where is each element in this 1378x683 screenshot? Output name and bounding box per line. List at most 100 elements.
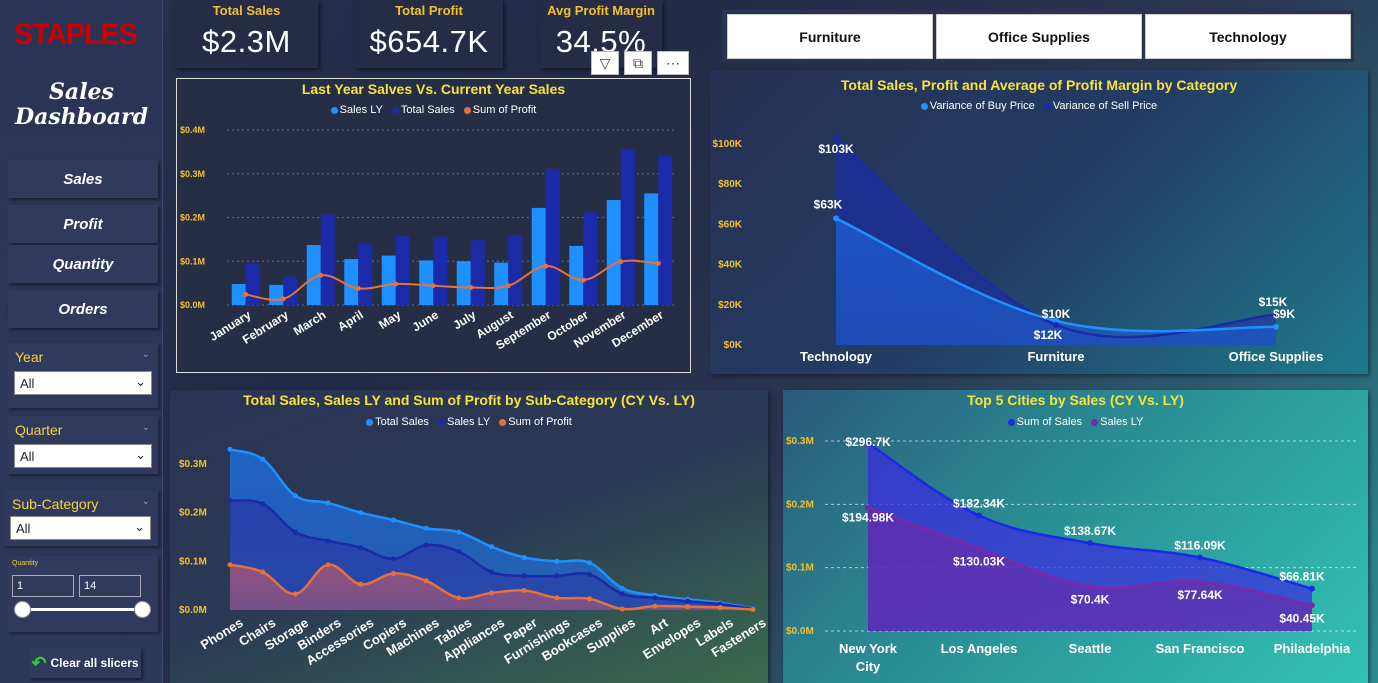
- total-sales-point: [456, 529, 462, 535]
- category-variance-chart: Total Sales, Profit and Average of Profi…: [710, 70, 1368, 374]
- bar-sales-ly: [494, 262, 509, 305]
- profit-point: [489, 590, 494, 596]
- top-cities-chart: Top 5 Cities by Sales (CY Vs. LY) Sum of…: [783, 390, 1368, 683]
- sales-label: $182.34K: [953, 497, 1005, 511]
- x-tick-label: May: [376, 307, 403, 331]
- chevron-down-icon[interactable]: ⌄: [142, 496, 150, 507]
- category-technology-button[interactable]: Technology: [1145, 14, 1351, 59]
- total-sales-point: [227, 446, 233, 452]
- bar-sales-ly: [419, 260, 434, 305]
- profit-point: [227, 562, 233, 568]
- quantity-slicer-label: Quantity: [12, 560, 39, 567]
- dashboard-title-line2: Dashboard: [15, 104, 148, 130]
- monthly-sales-chart: Last Year Salves Vs. Current Year Sales …: [176, 78, 691, 373]
- bar-sales-ly: [606, 200, 621, 305]
- category-furniture-button[interactable]: Furniture: [727, 14, 933, 59]
- y-tick-label: $0.1M: [179, 556, 207, 567]
- y-tick-label: $0.0M: [786, 626, 814, 637]
- quantity-min-input[interactable]: 1: [12, 575, 74, 597]
- x-tick-label: Furniture: [1027, 349, 1084, 364]
- sales-ly-point: [1197, 578, 1203, 585]
- more-options-icon[interactable]: ⋯: [657, 51, 689, 75]
- profit-point: [430, 283, 436, 289]
- quantity-max-input[interactable]: 14: [79, 575, 141, 597]
- kpi-label: Avg Profit Margin: [547, 3, 655, 18]
- bar-sales-ly: [269, 284, 284, 305]
- kpi-label: Total Profit: [395, 3, 463, 18]
- bar-total-sales: [508, 235, 523, 305]
- quantity-slider-min-handle[interactable]: [14, 601, 31, 618]
- quarter-slicer-label: Quarter: [15, 422, 63, 438]
- nav-orders-button[interactable]: Orders: [8, 290, 158, 328]
- subcategory-select[interactable]: All ⌄: [10, 516, 151, 540]
- staples-logo: STAPLES: [14, 18, 138, 51]
- total-sales-point: [521, 554, 527, 560]
- total-sales-point: [260, 456, 266, 462]
- profit-point: [292, 591, 298, 597]
- sales-point: [1309, 585, 1315, 592]
- profit-point: [587, 596, 593, 602]
- quarter-slicer: Quarter ⌄ All ⌄: [8, 416, 158, 474]
- sales-ly-point: [423, 542, 429, 548]
- profit-point: [554, 595, 560, 601]
- sales-point: [976, 512, 982, 519]
- bar-total-sales: [395, 235, 410, 305]
- x-tick-label: New York: [839, 641, 898, 656]
- chevron-down-icon[interactable]: ⌄: [142, 349, 150, 360]
- sales-ly-point: [292, 529, 298, 535]
- kpi-total-sales: Total Sales $2.3M: [175, 0, 318, 68]
- x-tick-label: City: [856, 659, 881, 674]
- dashboard-title-line1: Sales: [49, 79, 114, 105]
- bar-total-sales: [320, 214, 335, 305]
- year-slicer: Year ⌄ All ⌄: [8, 343, 158, 408]
- chart-plot: $0.0M $0.1M $0.2M $0.3M $296.7K $182.34K $138.…: [786, 435, 1358, 674]
- nav-quantity-button[interactable]: Quantity: [8, 245, 158, 283]
- bar-total-sales: [358, 243, 373, 305]
- sales-ly-point: [587, 571, 593, 577]
- bar-total-sales: [583, 212, 598, 305]
- bar-total-sales: [283, 276, 298, 305]
- clear-slicers-button[interactable]: ↶ Clear all slicers: [29, 648, 141, 678]
- sales-ly-label: $77.64K: [1177, 588, 1223, 602]
- total-sales-point: [587, 560, 593, 566]
- y-tick-label: $0.2M: [786, 499, 814, 510]
- total-sales-point: [619, 585, 625, 591]
- sales-ly-point: [554, 573, 560, 579]
- subcategory-sales-chart: Total Sales, Sales LY and Sum of Profit …: [170, 390, 768, 683]
- kpi-value: $2.3M: [202, 24, 291, 59]
- dropdown-arrow-icon: ⌄: [134, 519, 145, 534]
- visual-header: ▽ ⧉ ⋯: [591, 51, 689, 75]
- chevron-down-icon[interactable]: ⌄: [142, 422, 150, 433]
- y-tick-label: $0.3M: [180, 169, 205, 179]
- bar-total-sales: [245, 263, 260, 305]
- bar-sales-ly: [531, 207, 546, 305]
- year-slicer-label: Year: [15, 349, 44, 365]
- total-sales-point: [423, 525, 429, 531]
- quarter-select[interactable]: All ⌄: [14, 444, 152, 468]
- profit-point: [619, 606, 625, 612]
- filter-icon[interactable]: ▽: [591, 51, 619, 75]
- sales-ly-point: [685, 598, 691, 604]
- chart-plot: $0.0M$0.1M$0.2M$0.3MPhonesChairsStorageB…: [179, 446, 768, 668]
- chart-plot: $0K $20K $40K $60K $80K $100K $63K $12K $9K $103K…: [713, 134, 1323, 364]
- quantity-slider-max-handle[interactable]: [134, 601, 151, 618]
- buy-price-point: [833, 215, 839, 222]
- sales-ly-point: [976, 545, 982, 552]
- total-sales-point: [292, 493, 298, 499]
- nav-sales-button[interactable]: Sales: [8, 160, 158, 198]
- y-tick-label: $0.4M: [180, 125, 205, 135]
- subcategory-slicer: Sub-Category ⌄ All ⌄: [4, 490, 158, 546]
- nav-profit-button[interactable]: Profit: [8, 205, 158, 243]
- profit-point: [390, 571, 396, 576]
- year-select[interactable]: All ⌄: [14, 371, 152, 395]
- profit-point: [685, 604, 691, 610]
- profit-point: [468, 285, 474, 290]
- bar-sales-ly: [569, 245, 584, 305]
- total-sales-point: [489, 544, 494, 550]
- sales-label: $296.7K: [845, 435, 891, 449]
- sales-ly-label: $130.03K: [953, 555, 1005, 569]
- category-office-supplies-button[interactable]: Office Supplies: [936, 14, 1142, 59]
- dropdown-arrow-icon: ⌄: [135, 447, 146, 462]
- sell-price-label: $15K: [1259, 295, 1288, 309]
- focus-mode-icon[interactable]: ⧉: [624, 51, 652, 75]
